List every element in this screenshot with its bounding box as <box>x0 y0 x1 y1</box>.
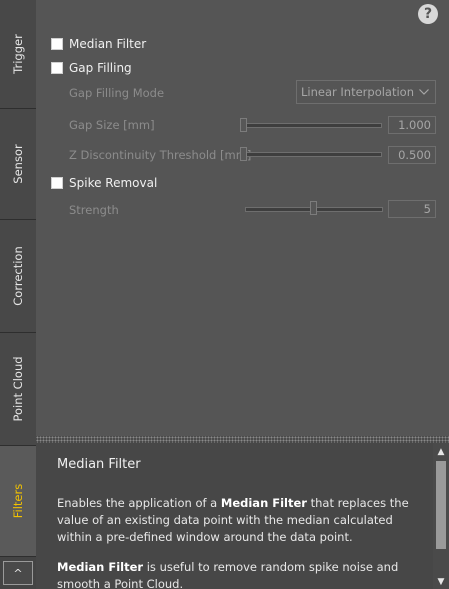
strength-label: Strength <box>69 203 119 217</box>
description-paragraph-1: Enables the application of a Median Filt… <box>57 496 409 544</box>
strength-slider-thumb[interactable] <box>310 201 317 215</box>
tab-filters-label: Filters <box>11 483 25 519</box>
tab-correction-label: Correction <box>11 246 25 306</box>
spike-removal-checkbox[interactable] <box>51 177 63 189</box>
gap-size-input[interactable]: 1.000 <box>388 116 436 134</box>
gap-filling-label: Gap Filling <box>69 61 132 75</box>
strength-input[interactable]: 5 <box>388 200 436 218</box>
help-icon[interactable]: ? <box>418 4 438 24</box>
median-filter-label: Median Filter <box>69 37 147 51</box>
tab-correction[interactable]: Correction <box>0 220 36 333</box>
z-discontinuity-label: Z Discontinuity Threshold [mm] <box>69 148 252 162</box>
gap-size-slider-thumb[interactable] <box>240 118 247 132</box>
median-filter-checkbox[interactable] <box>51 38 63 50</box>
gap-filling-checkbox-row[interactable]: Gap Filling <box>51 61 132 75</box>
collapse-sidebar-button[interactable]: ^ <box>3 561 33 585</box>
tab-point-cloud-label: Point Cloud <box>11 356 25 422</box>
spike-removal-checkbox-row[interactable]: Spike Removal <box>51 176 157 190</box>
gap-filling-mode-label: Gap Filling Mode <box>69 86 165 100</box>
tab-sensor[interactable]: Sensor <box>0 109 36 220</box>
gap-size-slider-track[interactable] <box>240 123 382 128</box>
z-discontinuity-slider-track[interactable] <box>240 152 382 157</box>
tab-filters[interactable]: Filters <box>0 446 36 557</box>
z-discontinuity-input[interactable]: 0.500 <box>388 146 436 164</box>
description-paragraph-2: Median Filter is useful to remove random… <box>57 560 399 589</box>
scroll-up-icon[interactable]: ▲ <box>433 445 449 459</box>
description-title: Median Filter <box>57 457 141 472</box>
gap-filling-mode-select[interactable]: Linear Interpolation <box>296 80 436 104</box>
description-pane: Median Filter Enables the application of… <box>36 443 449 589</box>
tab-sensor-label: Sensor <box>11 144 25 184</box>
tab-trigger-label: Trigger <box>11 34 25 74</box>
splitter-handle[interactable] <box>36 436 449 443</box>
description-scrollbar[interactable]: ▲ ▼ <box>433 443 449 589</box>
chevron-down-icon <box>419 89 429 95</box>
gap-filling-checkbox[interactable] <box>51 62 63 74</box>
gap-filling-mode-value: Linear Interpolation <box>301 85 414 99</box>
scroll-down-icon[interactable]: ▼ <box>433 575 449 589</box>
z-discontinuity-slider-thumb[interactable] <box>240 147 247 161</box>
chevron-up-icon: ^ <box>13 567 23 580</box>
vertical-tab-bar: Trigger Sensor Correction Point Cloud Fi… <box>0 0 36 589</box>
tab-trigger[interactable]: Trigger <box>0 0 36 109</box>
tab-point-cloud[interactable]: Point Cloud <box>0 333 36 446</box>
scrollbar-thumb[interactable] <box>436 461 446 549</box>
spike-removal-label: Spike Removal <box>69 176 158 190</box>
gap-size-label: Gap Size [mm] <box>69 118 155 132</box>
median-filter-checkbox-row[interactable]: Median Filter <box>51 37 146 51</box>
